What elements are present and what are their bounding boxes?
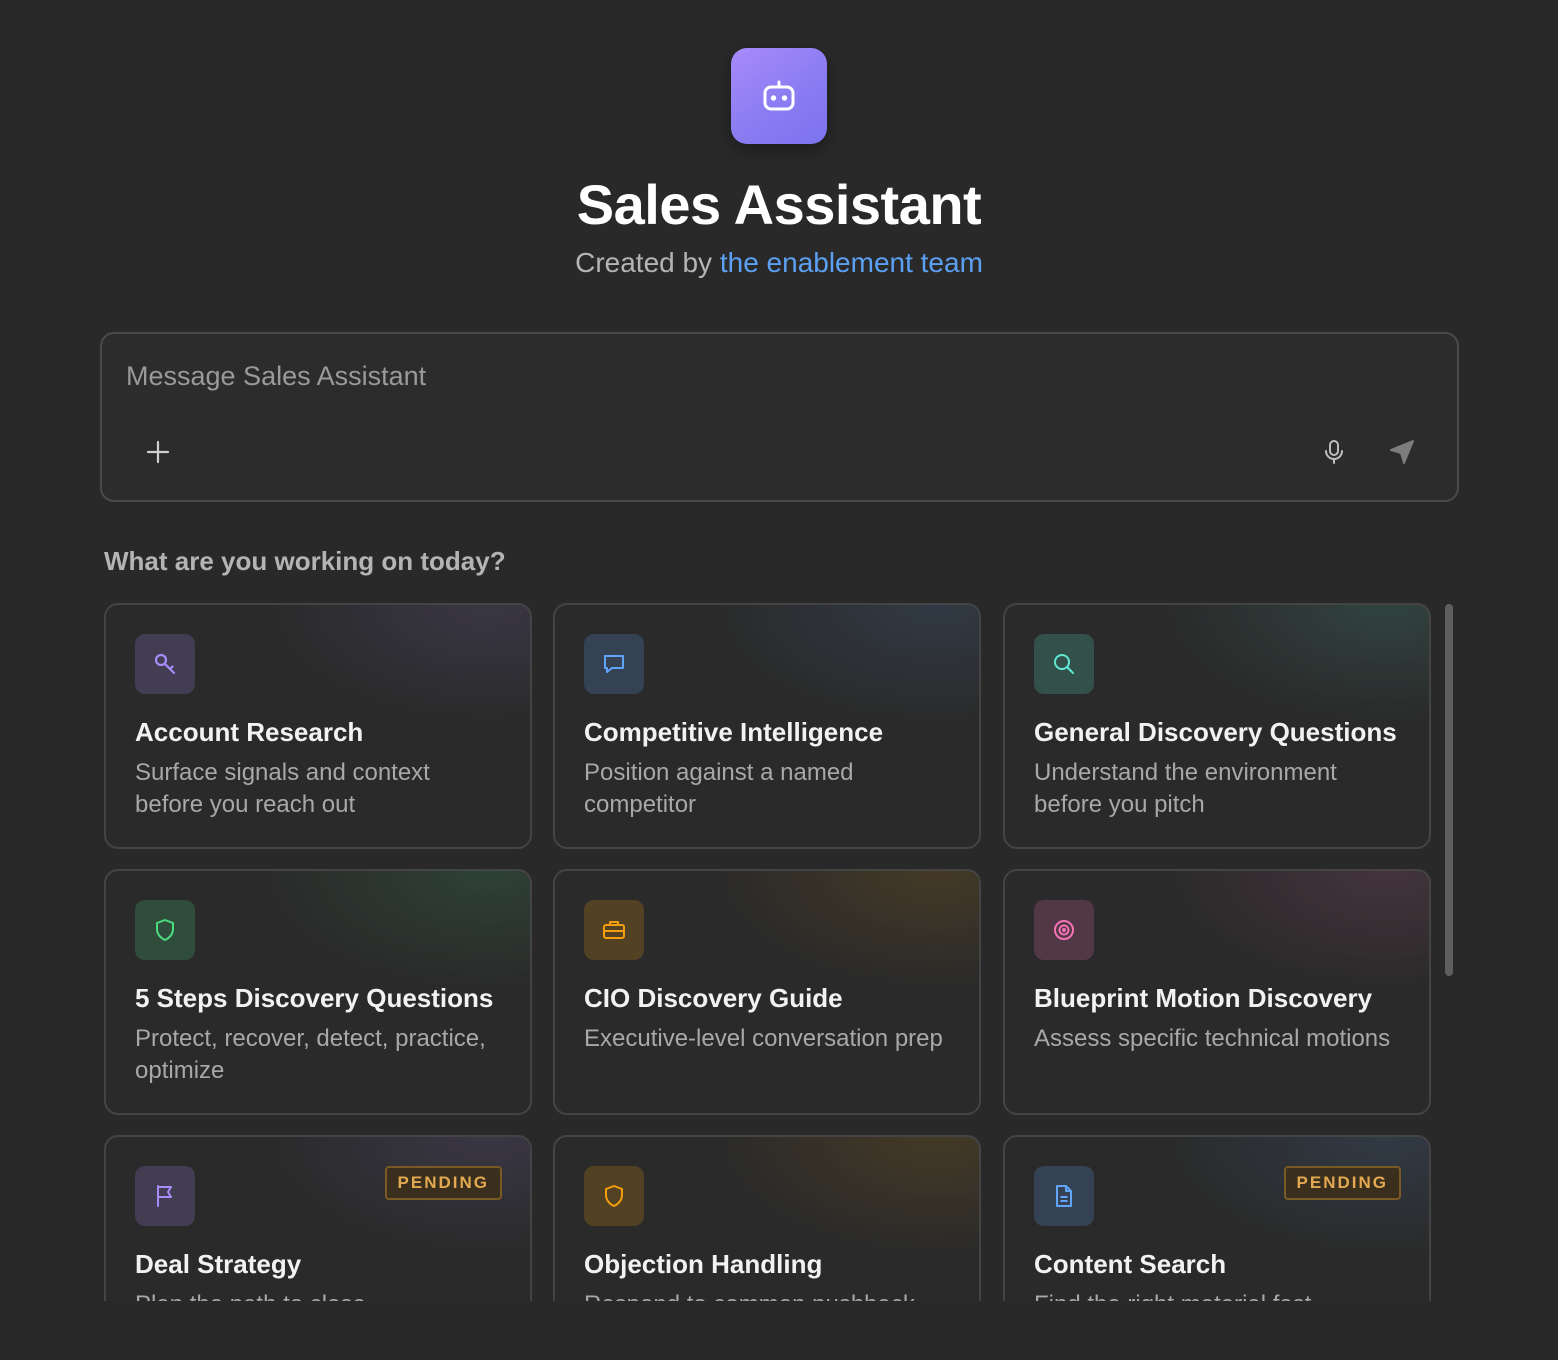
voice-input-button[interactable] xyxy=(1312,430,1356,474)
card-title: Blueprint Motion Discovery xyxy=(1034,983,1373,1013)
card-title: Content Search xyxy=(1034,1249,1227,1279)
key-icon xyxy=(152,651,178,677)
assistant-name: Sales Assistant xyxy=(576,173,982,236)
robot-icon xyxy=(763,80,795,111)
card-description: Understand the environment before you pi… xyxy=(1034,759,1337,818)
card-title: 5 Steps Discovery Questions xyxy=(135,983,494,1013)
shortcut-card[interactable]: Account Research Surface signals and con… xyxy=(104,603,532,849)
card-icon-tile xyxy=(584,634,644,694)
card-description: Protect, recover, detect, practice, opti… xyxy=(135,1025,486,1084)
card-title: CIO Discovery Guide xyxy=(584,983,843,1013)
chat-bubble-icon xyxy=(601,651,627,677)
card-description: Position against a named competitor xyxy=(584,759,854,818)
send-button[interactable] xyxy=(1380,430,1424,474)
card-icon-tile xyxy=(1034,634,1094,694)
status-badge: PENDING xyxy=(1283,1166,1401,1200)
shortcut-card[interactable]: General Discovery Questions Understand t… xyxy=(1003,603,1431,849)
assistant-avatar xyxy=(731,48,827,144)
card-icon-tile xyxy=(135,634,195,694)
card-description: Plan the path to close xyxy=(135,1289,500,1301)
card-title: Deal Strategy xyxy=(135,1249,302,1279)
card-description: Surface signals and context before you r… xyxy=(135,759,430,818)
search-icon xyxy=(1051,651,1077,677)
microphone-icon xyxy=(1325,440,1343,464)
shield-icon xyxy=(601,1183,627,1209)
target-icon xyxy=(1051,917,1077,943)
card-description: Find the right material fast xyxy=(1034,1289,1399,1301)
add-attachment-button[interactable] xyxy=(136,430,180,474)
card-title: Account Research xyxy=(135,717,364,747)
card-title: Objection Handling xyxy=(584,1249,823,1279)
shortcut-grid: Account Research Surface signals and con… xyxy=(104,603,1450,1301)
section-heading: What are you working on today? xyxy=(104,546,506,576)
sales-assistant-page: Sales Assistant Created by the enablemen… xyxy=(0,0,1558,1360)
card-icon-tile xyxy=(135,1166,195,1226)
shield-icon xyxy=(152,917,178,943)
created-by-prefix: Created by xyxy=(575,247,713,278)
shortcut-card[interactable]: PENDING Deal Strategy Plan the path to c… xyxy=(104,1135,532,1301)
creator-link[interactable]: the enablement team xyxy=(720,247,983,278)
shortcut-card[interactable]: Blueprint Motion Discovery Assess specif… xyxy=(1003,869,1431,1115)
card-description: Respond to common pushback xyxy=(584,1289,949,1301)
card-icon-tile xyxy=(1034,1166,1094,1226)
flag-icon xyxy=(152,1183,178,1209)
plus-icon xyxy=(146,440,170,464)
shortcut-card[interactable]: CIO Discovery Guide Executive-level conv… xyxy=(553,869,981,1115)
card-title: Competitive Intelligence xyxy=(584,717,884,747)
card-icon-tile xyxy=(135,900,195,960)
creator-line: Created by the enablement team xyxy=(0,247,1558,279)
shortcut-card[interactable]: PENDING Content Search Find the right ma… xyxy=(1003,1135,1431,1301)
card-title: General Discovery Questions xyxy=(1034,717,1397,747)
card-icon-tile xyxy=(584,900,644,960)
scrollbar-thumb[interactable] xyxy=(1445,604,1453,976)
message-input[interactable] xyxy=(126,356,1226,396)
shortcut-card[interactable]: Competitive Intelligence Position agains… xyxy=(553,603,981,849)
message-composer xyxy=(100,332,1459,502)
card-description: Assess specific technical motions xyxy=(1034,1025,1391,1052)
shortcut-card[interactable]: 5 Steps Discovery Questions Protect, rec… xyxy=(104,869,532,1115)
document-icon xyxy=(1051,1183,1077,1209)
status-badge: PENDING xyxy=(384,1166,502,1200)
card-icon-tile xyxy=(584,1166,644,1226)
send-icon xyxy=(1390,440,1414,464)
briefcase-icon xyxy=(601,917,627,943)
shortcut-card[interactable]: Objection Handling Respond to common pus… xyxy=(553,1135,981,1301)
card-icon-tile xyxy=(1034,900,1094,960)
card-description: Executive-level conversation prep xyxy=(584,1025,943,1052)
